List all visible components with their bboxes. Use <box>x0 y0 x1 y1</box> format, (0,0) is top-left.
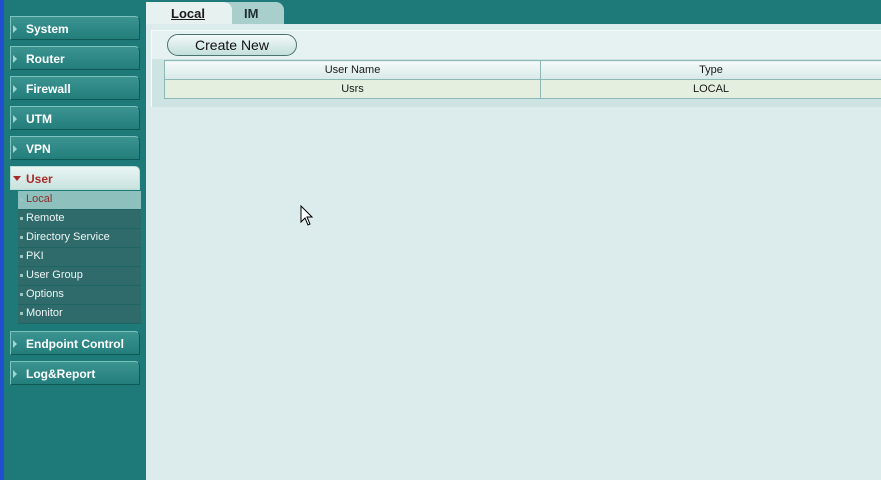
table-row[interactable]: Usrs LOCAL <box>164 79 881 99</box>
bullet-icon <box>20 312 23 315</box>
menu-label: VPN <box>26 142 51 156</box>
cell-type: LOCAL <box>540 79 881 99</box>
column-header-user-name[interactable]: User Name <box>164 60 541 80</box>
submenu-item-user-group[interactable]: User Group <box>18 267 141 286</box>
content-panel: Create New User Name Type Usrs LOCAL <box>151 30 881 107</box>
submenu-item-options[interactable]: Options <box>18 286 141 305</box>
bullet-icon <box>20 198 23 201</box>
menu-label: Router <box>26 52 65 66</box>
submenu-label: User Group <box>26 269 83 281</box>
expand-arrow-icon <box>13 115 17 123</box>
menu-label: Endpoint Control <box>26 337 124 351</box>
submenu-label: Local <box>26 193 53 205</box>
submenu-label: Monitor <box>26 307 63 319</box>
create-new-button[interactable]: Create New <box>167 34 297 56</box>
submenu-item-remote[interactable]: Remote <box>18 210 141 229</box>
menu-router[interactable]: Router <box>10 46 140 70</box>
cell-user-name: Usrs <box>164 79 541 99</box>
submenu-label: Directory Service <box>26 231 110 243</box>
menu-firewall[interactable]: Firewall <box>10 76 140 100</box>
user-table: User Name Type Usrs LOCAL <box>164 60 881 99</box>
user-submenu: Local Remote Directory Service PKI User … <box>18 191 141 324</box>
menu-log-report[interactable]: Log&Report <box>10 361 140 385</box>
collapse-arrow-icon <box>13 176 21 181</box>
tab-label: IM <box>244 6 259 21</box>
sidebar: System Router Firewall UTM VPN User Loca… <box>0 0 146 480</box>
tab-im[interactable]: IM <box>226 2 284 24</box>
window-edge <box>0 0 4 480</box>
menu-label: Firewall <box>26 82 71 96</box>
menu-system[interactable]: System <box>10 16 140 40</box>
menu-utm[interactable]: UTM <box>10 106 140 130</box>
tab-local[interactable]: Local <box>146 2 232 24</box>
expand-arrow-icon <box>13 85 17 93</box>
expand-arrow-icon <box>13 145 17 153</box>
menu-user[interactable]: User <box>10 166 140 190</box>
toolbar: Create New <box>152 31 881 59</box>
tab-bar: IM Local <box>146 0 881 24</box>
submenu-item-directory-service[interactable]: Directory Service <box>18 229 141 248</box>
expand-arrow-icon <box>13 340 17 348</box>
expand-arrow-icon <box>13 25 17 33</box>
column-header-type[interactable]: Type <box>540 60 881 80</box>
menu-label: UTM <box>26 112 52 126</box>
bullet-icon <box>20 255 23 258</box>
submenu-label: Options <box>26 288 64 300</box>
submenu-label: PKI <box>26 250 44 262</box>
bullet-icon <box>20 217 23 220</box>
menu-label: Log&Report <box>26 367 96 381</box>
table-header-row: User Name Type <box>164 60 881 80</box>
submenu-label: Remote <box>26 212 65 224</box>
menu-vpn[interactable]: VPN <box>10 136 140 160</box>
submenu-item-local[interactable]: Local <box>18 191 141 210</box>
bullet-icon <box>20 293 23 296</box>
submenu-item-monitor[interactable]: Monitor <box>18 305 141 324</box>
menu-label: System <box>26 22 69 36</box>
expand-arrow-icon <box>13 370 17 378</box>
submenu-item-pki[interactable]: PKI <box>18 248 141 267</box>
tab-label: Local <box>171 6 205 21</box>
mouse-cursor-icon <box>300 205 314 226</box>
bullet-icon <box>20 236 23 239</box>
bullet-icon <box>20 274 23 277</box>
menu-label: User <box>26 172 53 186</box>
menu-endpoint-control[interactable]: Endpoint Control <box>10 331 140 355</box>
expand-arrow-icon <box>13 55 17 63</box>
